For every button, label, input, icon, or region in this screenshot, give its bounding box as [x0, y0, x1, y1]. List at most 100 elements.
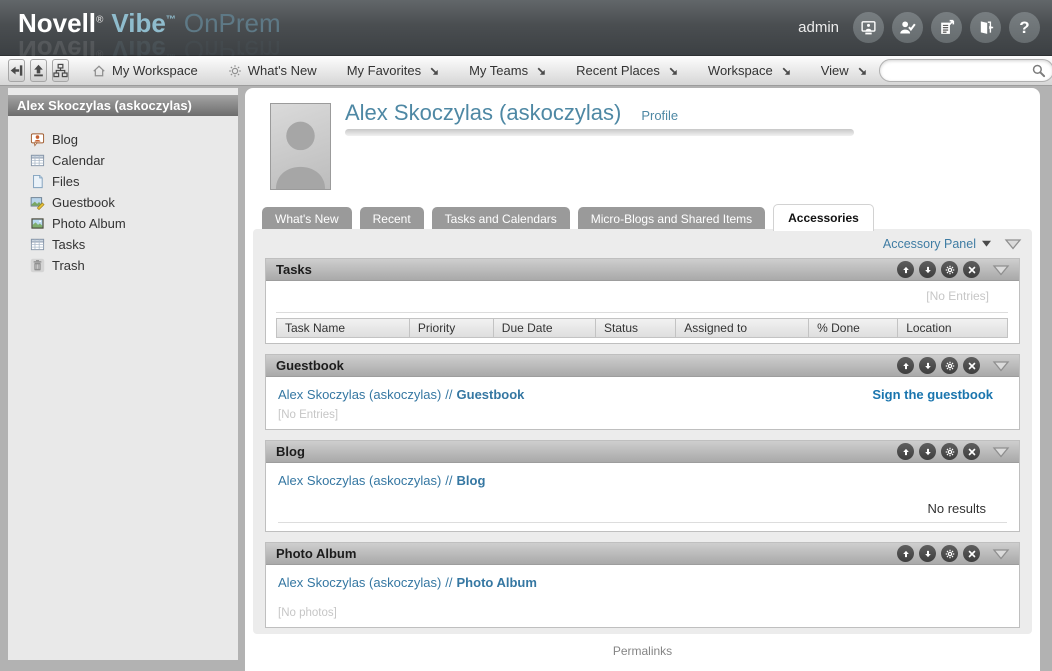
- move-down-button[interactable]: [919, 443, 936, 460]
- arrow-down-icon: [923, 549, 933, 559]
- top-bar: Novell®Vibe™OnPrem Novell®Vibe™OnPrem ad…: [0, 0, 1052, 56]
- accessory-panel-row: Accessory Panel: [253, 229, 1032, 258]
- logged-in-username: admin: [798, 19, 839, 36]
- menu-label: What's New: [248, 63, 317, 78]
- column-header-percent-done[interactable]: % Done: [809, 319, 898, 337]
- dropdown-arrow-icon: [668, 66, 678, 76]
- accessory-panel-label: Accessory Panel: [883, 237, 976, 251]
- sidebar-item-guestbook[interactable]: Guestbook: [30, 192, 238, 213]
- sidebar-workspace-title[interactable]: Alex Skoczylas (askoczylas): [8, 95, 238, 116]
- tab-accessories[interactable]: Accessories: [773, 204, 874, 231]
- sidebar-item-label: Trash: [52, 258, 85, 273]
- avatar[interactable]: [270, 103, 331, 190]
- close-panel-button[interactable]: [963, 545, 980, 562]
- move-down-button[interactable]: [919, 357, 936, 374]
- column-header-status[interactable]: Status: [596, 319, 676, 337]
- monitor-icon: [860, 19, 877, 36]
- gear-icon: [945, 549, 955, 559]
- menu-workspace[interactable]: Workspace: [696, 56, 803, 85]
- tab-micro-blogs-shared-items[interactable]: Micro-Blogs and Shared Items: [578, 207, 765, 231]
- sign-guestbook-link[interactable]: Sign the guestbook: [872, 387, 993, 402]
- column-header-priority[interactable]: Priority: [410, 319, 494, 337]
- column-header-assigned-to[interactable]: Assigned to: [676, 319, 809, 337]
- menu-view[interactable]: View: [809, 56, 879, 85]
- settings-button[interactable]: [941, 443, 958, 460]
- settings-button[interactable]: [941, 357, 958, 374]
- tab-whats-new[interactable]: What's New: [262, 207, 352, 231]
- sidebar-item-files[interactable]: Files: [30, 171, 238, 192]
- empty-state-text: [No Entries]: [926, 289, 989, 303]
- accessory-panel-menu[interactable]: Accessory Panel: [883, 237, 992, 251]
- collapse-sidebar-button[interactable]: [8, 59, 25, 82]
- menu-label: My Favorites: [347, 63, 421, 78]
- move-up-button[interactable]: [897, 261, 914, 278]
- move-up-button[interactable]: [897, 545, 914, 562]
- workspace-sidebar: Alex Skoczylas (askoczylas) Blog Calenda…: [8, 88, 238, 660]
- panel-title: Photo Album: [276, 546, 897, 561]
- close-panel-button[interactable]: [963, 443, 980, 460]
- menu-recent-places[interactable]: Recent Places: [564, 56, 690, 85]
- sidebar-item-photo-album[interactable]: Photo Album: [30, 213, 238, 234]
- breadcrumb-separator: //: [445, 575, 452, 590]
- menu-my-teams[interactable]: My Teams: [457, 56, 558, 85]
- move-down-button[interactable]: [919, 545, 936, 562]
- close-panel-button[interactable]: [963, 357, 980, 374]
- sidebar-item-calendar[interactable]: Calendar: [30, 150, 238, 171]
- search-icon[interactable]: [1031, 63, 1046, 78]
- settings-button[interactable]: [941, 545, 958, 562]
- profile-button[interactable]: [892, 12, 923, 43]
- sidebar-item-trash[interactable]: Trash: [30, 255, 238, 276]
- desktop-app-button[interactable]: [853, 12, 884, 43]
- collapse-panel-icon[interactable]: [992, 360, 1010, 372]
- breadcrumb-workspace-link[interactable]: Alex Skoczylas (askoczylas): [278, 575, 441, 590]
- settings-button[interactable]: [941, 261, 958, 278]
- divider: [278, 522, 1007, 523]
- move-up-button[interactable]: [897, 357, 914, 374]
- sidebar-item-tasks[interactable]: Tasks: [30, 234, 238, 255]
- menu-whats-new[interactable]: What's New: [216, 56, 329, 85]
- sign-out-button[interactable]: [970, 12, 1001, 43]
- up-level-button[interactable]: [30, 59, 47, 82]
- collapse-panel-icon[interactable]: [992, 548, 1010, 560]
- column-header-due-date[interactable]: Due Date: [494, 319, 596, 337]
- profile-link[interactable]: Profile: [641, 108, 678, 123]
- collapse-panel-icon[interactable]: [992, 446, 1010, 458]
- column-header-location[interactable]: Location: [898, 319, 1007, 337]
- permalinks-link[interactable]: Permalinks: [245, 644, 1040, 658]
- dropdown-arrow-icon: [536, 66, 546, 76]
- house-icon: [92, 64, 106, 78]
- help-button[interactable]: ?: [1009, 12, 1040, 43]
- files-icon: [30, 174, 45, 189]
- column-header-task-name[interactable]: Task Name: [277, 319, 410, 337]
- menu-my-favorites[interactable]: My Favorites: [335, 56, 451, 85]
- move-down-button[interactable]: [919, 261, 936, 278]
- breadcrumb: Alex Skoczylas (askoczylas)//Blog: [278, 473, 485, 488]
- search-input[interactable]: [879, 59, 1052, 82]
- breadcrumb-blog-link[interactable]: Blog: [457, 473, 486, 488]
- breadcrumb-workspace-link[interactable]: Alex Skoczylas (askoczylas): [278, 473, 441, 488]
- arrow-down-icon: [923, 265, 933, 275]
- close-panel-button[interactable]: [963, 261, 980, 278]
- workspace-tree-button[interactable]: [52, 59, 69, 82]
- tab-tasks-and-calendars[interactable]: Tasks and Calendars: [432, 207, 570, 231]
- move-up-button[interactable]: [897, 443, 914, 460]
- breadcrumb-photo-album-link[interactable]: Photo Album: [457, 575, 537, 590]
- panel-body: Alex Skoczylas (askoczylas)//Blog No res…: [266, 463, 1019, 531]
- menu-my-workspace[interactable]: My Workspace: [80, 56, 210, 85]
- dropdown-arrow-icon: [781, 66, 791, 76]
- person-silhouette-icon: [271, 104, 330, 189]
- collapse-section-icon[interactable]: [1004, 238, 1022, 250]
- collapse-panel-icon[interactable]: [992, 264, 1010, 276]
- breadcrumb-workspace-link[interactable]: Alex Skoczylas (askoczylas): [278, 387, 441, 402]
- accessory-panel-photo-album: Photo Album Alex Skoczylas (askoczylas) /…: [265, 542, 1020, 628]
- breadcrumb-guestbook-link[interactable]: Guestbook: [457, 387, 525, 402]
- sidebar-item-label: Photo Album: [52, 216, 126, 231]
- trash-icon: [30, 258, 45, 273]
- tab-recent[interactable]: Recent: [360, 207, 424, 231]
- sidebar-item-blog[interactable]: Blog: [30, 129, 238, 150]
- reports-button[interactable]: [931, 12, 962, 43]
- tasks-table-header: Task Name Priority Due Date Status Assig…: [276, 318, 1008, 338]
- sidebar-item-label: Calendar: [52, 153, 105, 168]
- gear-icon: [945, 447, 955, 457]
- panel-controls: [897, 443, 1013, 460]
